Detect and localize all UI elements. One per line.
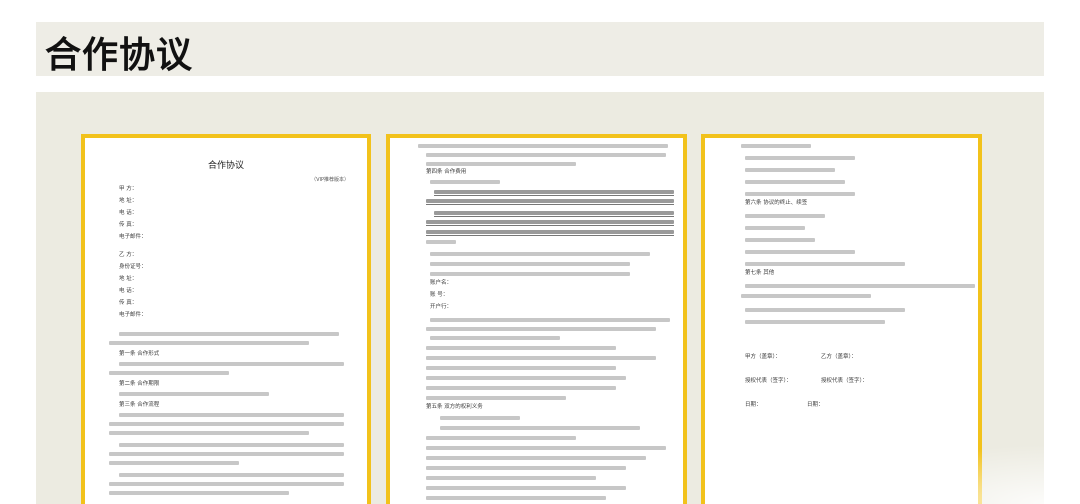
field-label: 电 话：	[119, 210, 138, 216]
text-line	[426, 153, 666, 157]
text-line	[426, 386, 616, 390]
text-line	[426, 199, 674, 203]
signature-date-a: 日期：	[745, 402, 762, 408]
field-label: 电子邮件：	[119, 234, 147, 240]
text-line	[109, 341, 309, 345]
text-line	[119, 473, 344, 477]
section-heading: 第二条 合作期限	[119, 381, 160, 387]
text-line	[119, 332, 339, 336]
document-page-2: 第四条 合作费用 账户名： 账 号： 开户行： 第五条 双方的权利义务	[386, 134, 687, 504]
text-line	[430, 336, 560, 340]
text-line	[109, 482, 344, 486]
text-line	[426, 496, 606, 500]
text-line	[434, 190, 674, 194]
title-bar: 合作协议	[36, 22, 1044, 76]
text-line	[745, 284, 975, 288]
text-line	[430, 318, 670, 322]
text-line	[440, 416, 520, 420]
text-line	[440, 426, 640, 430]
document-page-1: 合作协议 （VIP推荐版本） 甲 方： 地 址： 电 话： 传 真： 电子邮件：…	[81, 134, 371, 504]
text-line	[745, 180, 845, 184]
text-line	[426, 396, 566, 400]
text-line	[426, 162, 576, 166]
text-line	[745, 238, 815, 242]
field-label: 身份证号：	[119, 264, 147, 270]
text-line	[430, 262, 630, 266]
field-label: 开户行：	[430, 304, 453, 310]
signature-representative-b: 授权代表（签字）：	[821, 378, 868, 384]
signature-party-a: 甲方（盖章）：	[745, 354, 781, 360]
text-line	[426, 476, 596, 480]
text-line	[109, 491, 289, 495]
field-label: 地 址：	[119, 198, 138, 204]
text-line	[109, 461, 239, 465]
signature-party-b: 乙方（盖章）：	[821, 354, 857, 360]
text-line	[745, 168, 835, 172]
text-line	[426, 220, 674, 224]
text-line	[430, 272, 630, 276]
text-line	[426, 240, 456, 244]
underline	[426, 235, 674, 236]
text-line	[745, 214, 825, 218]
text-line	[426, 346, 616, 350]
field-label: 甲 方：	[119, 186, 138, 192]
text-line	[430, 180, 500, 184]
text-line	[426, 376, 626, 380]
section-heading: 第六条 协议的终止、续签	[745, 200, 808, 206]
text-line	[426, 456, 646, 460]
field-label: 地 址：	[119, 276, 138, 282]
section-heading: 第一条 合作形式	[119, 351, 160, 357]
text-line	[745, 262, 905, 266]
field-label: 乙 方：	[119, 252, 138, 258]
field-label: 电 话：	[119, 288, 138, 294]
text-line	[426, 230, 674, 234]
text-line	[426, 466, 626, 470]
text-line	[741, 294, 871, 298]
text-line	[434, 211, 674, 215]
text-line	[119, 443, 344, 447]
text-line	[426, 327, 656, 331]
signature-representative-a: 授权代表（签字）：	[745, 378, 792, 384]
field-label: 传 真：	[119, 300, 138, 306]
field-label: 传 真：	[119, 222, 138, 228]
version-tag: （VIP推荐版本）	[311, 177, 349, 183]
document-page-3: 第六条 协议的终止、续签 第七条 其他 甲方（盖章）： 授权代表（签字）： 日期…	[701, 134, 982, 504]
text-line	[109, 371, 229, 375]
underline	[434, 195, 674, 196]
text-line	[119, 392, 269, 396]
section-heading: 第七条 其他	[745, 270, 775, 276]
underline	[434, 216, 674, 217]
field-label: 账户名：	[430, 280, 453, 286]
text-line	[426, 366, 616, 370]
text-line	[426, 486, 626, 490]
text-line	[426, 446, 666, 450]
section-heading: 第五条 双方的权利义务	[426, 404, 483, 410]
text-line	[109, 431, 309, 435]
text-line	[741, 144, 811, 148]
underline	[426, 204, 674, 205]
text-line	[745, 156, 855, 160]
section-heading: 第四条 合作费用	[426, 169, 467, 175]
page-title: 合作协议	[45, 35, 194, 76]
section-heading: 第三条 合作流程	[119, 402, 160, 408]
underline	[426, 225, 674, 226]
text-line	[745, 226, 805, 230]
text-line	[119, 362, 344, 366]
field-label: 账 号：	[430, 292, 449, 298]
signature-date-b: 日期：	[807, 402, 824, 408]
text-line	[745, 250, 855, 254]
text-line	[430, 252, 650, 256]
text-line	[745, 320, 885, 324]
text-line	[109, 422, 344, 426]
text-line	[745, 308, 905, 312]
text-line	[109, 452, 344, 456]
text-line	[426, 436, 576, 440]
document-title: 合作协议	[207, 161, 244, 171]
text-line	[745, 192, 855, 196]
text-line	[119, 413, 344, 417]
text-line	[426, 356, 656, 360]
field-label: 电子邮件：	[119, 312, 147, 318]
text-line	[418, 144, 668, 148]
